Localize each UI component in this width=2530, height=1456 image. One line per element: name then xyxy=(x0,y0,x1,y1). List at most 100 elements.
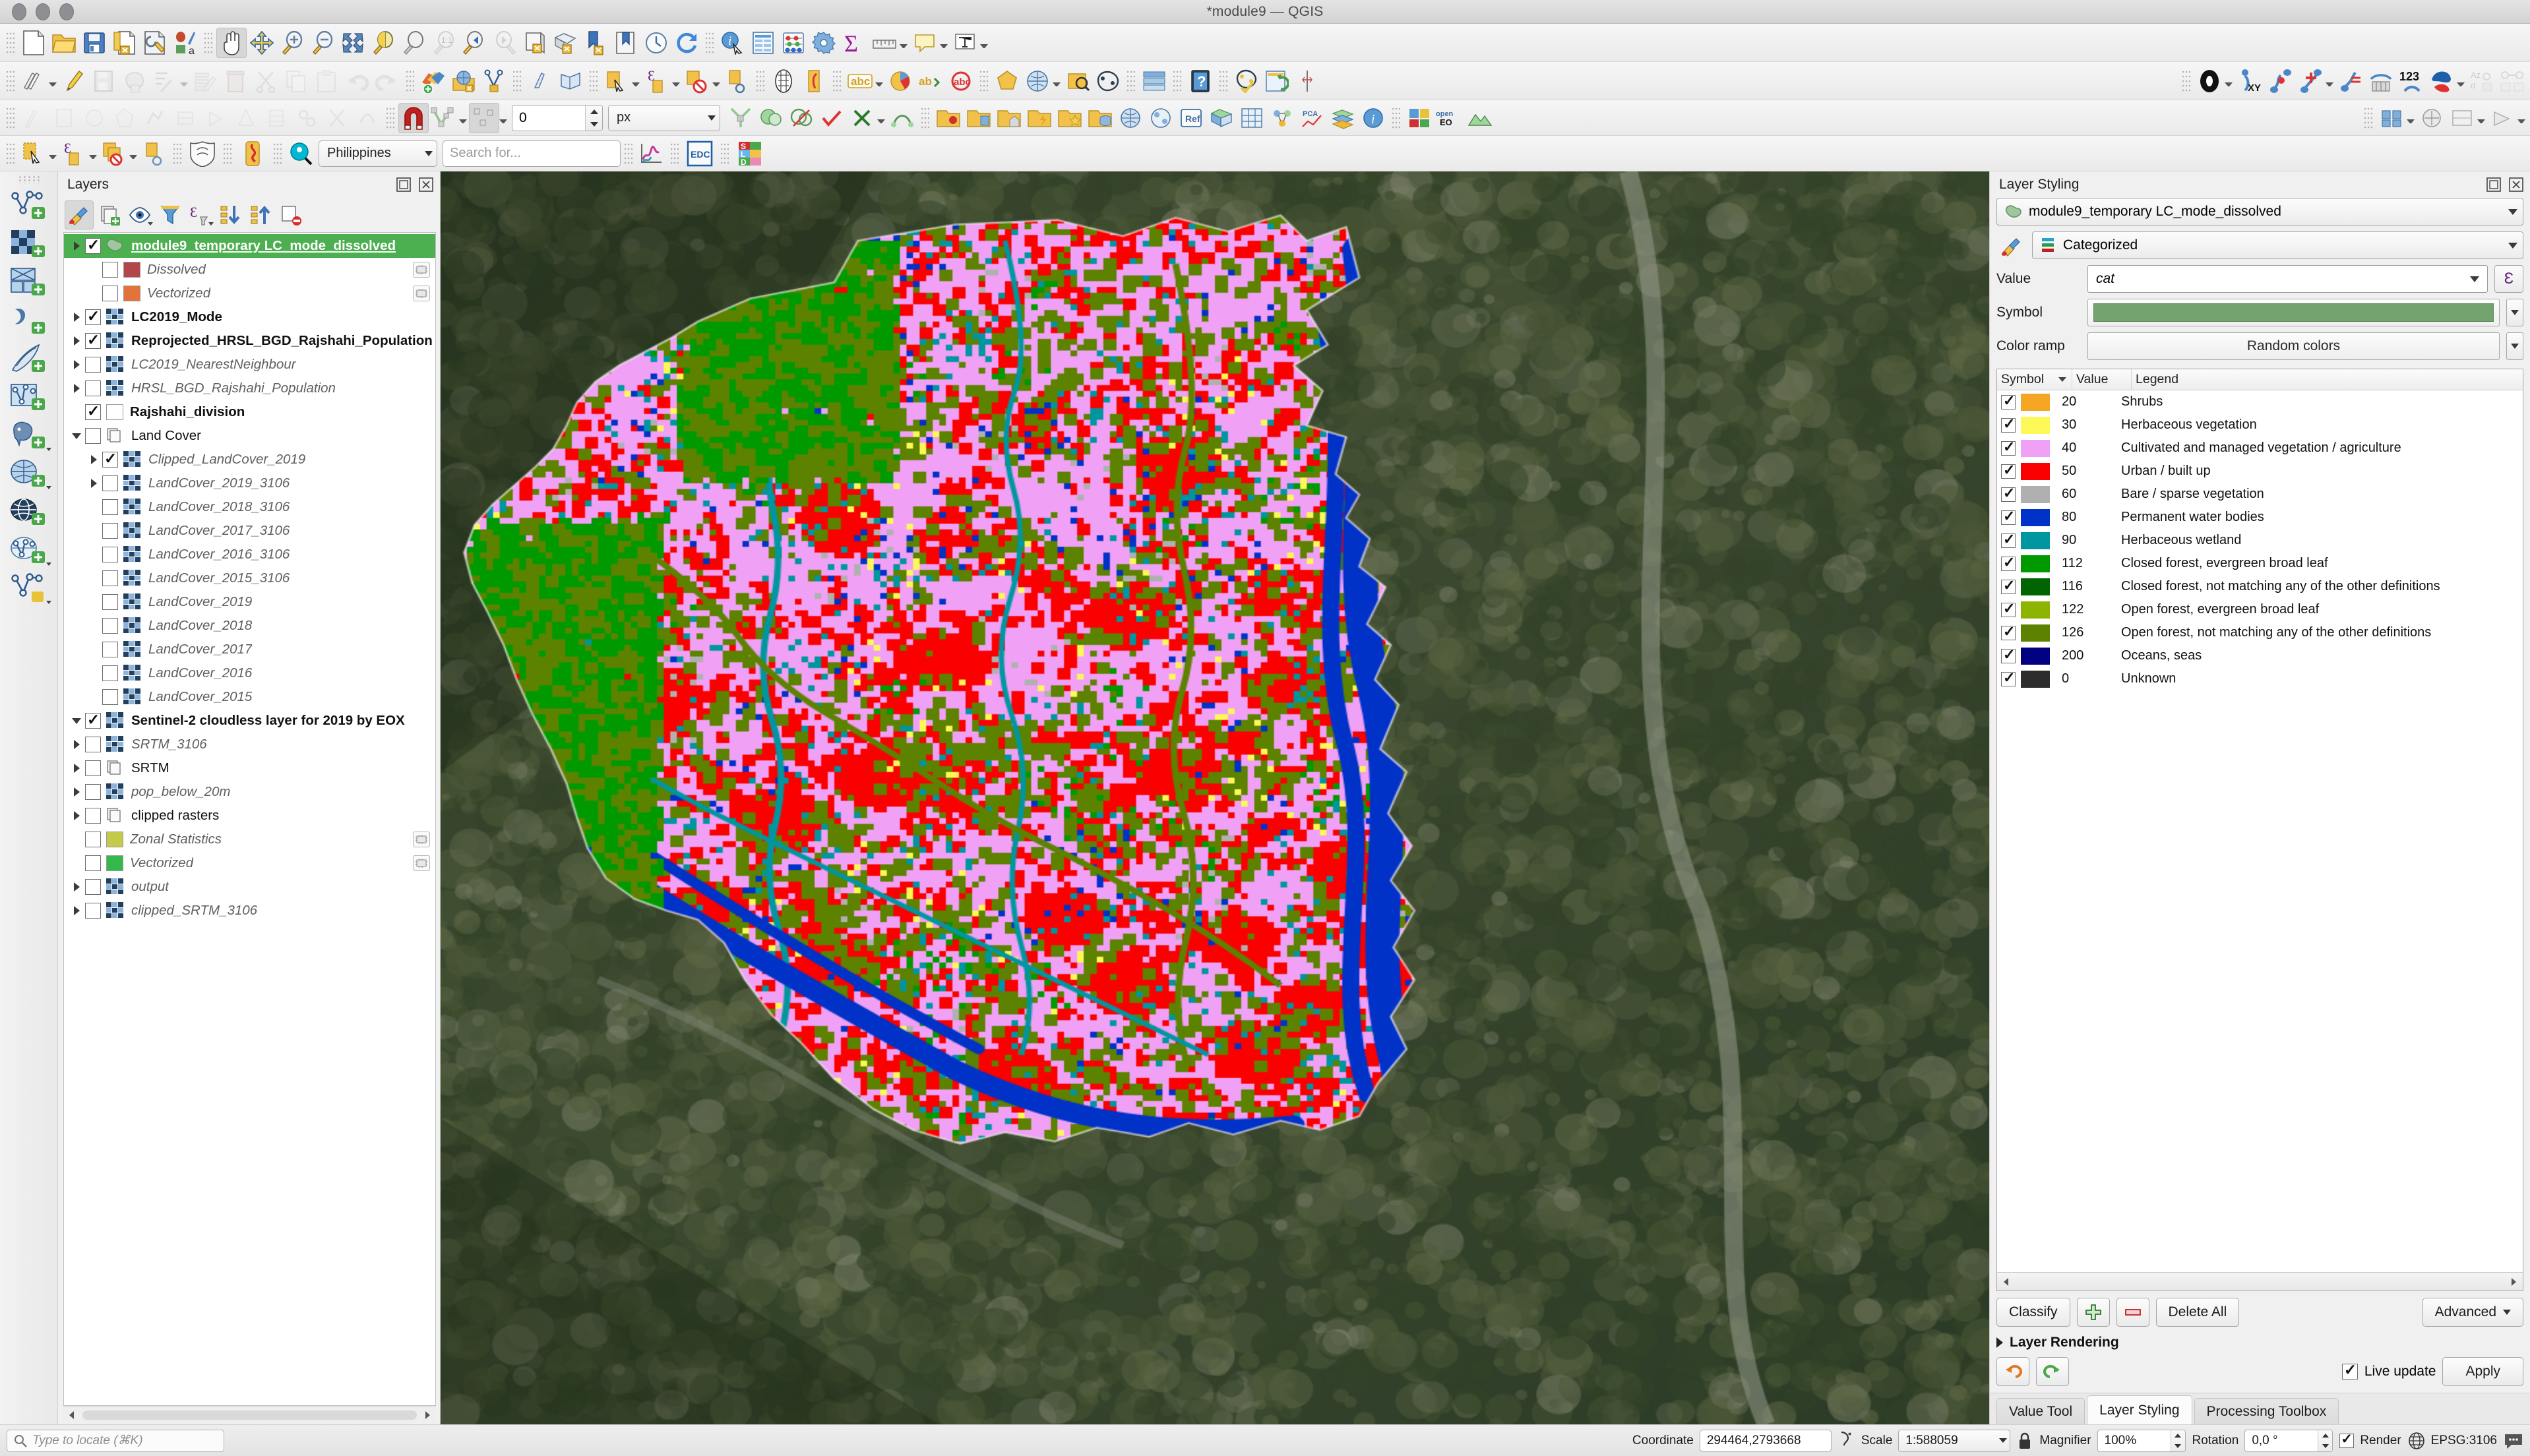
temporal-controller-icon[interactable] xyxy=(641,28,671,58)
layer-tree-row[interactable]: Zonal Statistics xyxy=(64,828,435,851)
vertical-divider-icon[interactable] xyxy=(1292,66,1322,96)
temporary-scratch-layer-icon[interactable] xyxy=(413,832,430,847)
category-color-swatch[interactable] xyxy=(2021,601,2050,619)
close-panel-icon[interactable] xyxy=(2508,176,2525,193)
layer-tree-row[interactable]: Land Cover xyxy=(64,424,435,448)
map-tips-dropdown-caret[interactable] xyxy=(940,44,948,48)
style-preset-icon[interactable]: a xyxy=(170,28,201,58)
add-vector-tile-icon[interactable] xyxy=(555,66,586,96)
layer-visibility-checkbox[interactable] xyxy=(102,449,118,468)
layer-tree-row[interactable]: LandCover_2015 xyxy=(64,685,435,709)
annotation-dropdown-caret[interactable] xyxy=(980,44,988,48)
add-mesh-layer-icon[interactable] xyxy=(479,66,509,96)
layer-tree-row[interactable]: HRSL_BGD_Rajshahi_Population xyxy=(64,377,435,400)
classify-button[interactable]: Classify xyxy=(1996,1298,2070,1327)
zoom-in-icon[interactable] xyxy=(277,28,307,58)
expand-layer-rendering-icon[interactable] xyxy=(1996,1337,2003,1348)
toolbar-grip[interactable] xyxy=(274,140,282,166)
open-info-icon[interactable]: i xyxy=(1358,103,1388,133)
diagram-layer-icon[interactable] xyxy=(885,66,915,96)
value-expression-button[interactable]: Ɛ xyxy=(2494,265,2523,293)
show-statistics-icon[interactable] xyxy=(799,66,829,96)
select-feature-caret[interactable] xyxy=(49,154,57,159)
open-db-icon[interactable] xyxy=(1085,103,1115,133)
layer-visibility-checkbox[interactable] xyxy=(85,832,101,847)
layer-visibility-checkbox[interactable] xyxy=(102,262,118,278)
add-polygon-feature-icon[interactable] xyxy=(119,66,150,96)
category-row[interactable]: 60 Bare / sparse vegetation xyxy=(1997,483,2523,506)
expand-layer-icon[interactable] xyxy=(68,360,85,369)
column-header-legend[interactable]: Legend xyxy=(2132,369,2523,390)
category-row[interactable]: 122 Open forest, evergreen broad leaf xyxy=(1997,598,2523,621)
open-data-source-icon[interactable] xyxy=(964,103,994,133)
toolbar-grip[interactable] xyxy=(513,68,521,94)
zoom-full-icon[interactable] xyxy=(338,28,368,58)
category-color-swatch[interactable] xyxy=(2021,485,2050,503)
snap-tool-l-icon[interactable] xyxy=(352,103,383,133)
render-toggle[interactable]: Render xyxy=(2339,1430,2401,1448)
select-features-icon[interactable] xyxy=(602,66,632,96)
layer-visibility-checkbox[interactable] xyxy=(85,855,101,871)
snapping-mode-vertex-icon[interactable] xyxy=(429,103,459,133)
snap-tool-a-icon[interactable] xyxy=(18,103,49,133)
region-select[interactable]: Philippines xyxy=(319,140,437,167)
gps-route-icon[interactable] xyxy=(2265,66,2295,96)
gps-marker-caret[interactable] xyxy=(2326,82,2333,86)
toolbar-grip[interactable] xyxy=(224,140,231,166)
layer-tree-row[interactable]: Reprojected_HRSL_BGD_Rajshahi_Population xyxy=(64,329,435,353)
layer-tree-row[interactable]: pop_below_20m xyxy=(64,780,435,804)
scroll-right-arrow[interactable] xyxy=(419,1407,436,1423)
advanced-button[interactable]: Advanced xyxy=(2422,1298,2523,1327)
category-row[interactable]: 80 Permanent water bodies xyxy=(1997,506,2523,529)
snap-tool-e-icon[interactable] xyxy=(140,103,170,133)
toolbar-grip[interactable] xyxy=(671,140,679,166)
arcgis-caret[interactable] xyxy=(46,601,51,604)
georeferencer-icon[interactable] xyxy=(1022,66,1053,96)
redo-icon[interactable] xyxy=(372,66,402,96)
open-grid-icon[interactable] xyxy=(1237,103,1267,133)
snap-geometry-check-icon[interactable] xyxy=(817,103,847,133)
snap-trace-icon[interactable] xyxy=(887,103,917,133)
layer-visibility-checkbox[interactable] xyxy=(85,784,101,800)
current-edits-icon[interactable] xyxy=(18,66,49,96)
layer-tree-row[interactable]: Vectorized xyxy=(64,282,435,305)
new-project-icon[interactable] xyxy=(18,28,49,58)
snap-tool-d-icon[interactable] xyxy=(109,103,140,133)
snap-topology-icon[interactable] xyxy=(725,103,756,133)
show-bookmarks-icon[interactable] xyxy=(611,28,641,58)
filter-expression-caret[interactable] xyxy=(208,222,214,226)
select-expression-icon[interactable]: Ɛ xyxy=(59,138,89,169)
category-visibility-checkbox[interactable] xyxy=(2001,415,2016,433)
snapping-tolerance-stepper[interactable]: 0 xyxy=(512,104,603,131)
save-layer-edits-icon[interactable] xyxy=(89,66,119,96)
postgis-caret[interactable] xyxy=(46,448,51,451)
column-header-symbol[interactable]: Symbol xyxy=(1997,369,2072,390)
layer-rendering-section[interactable]: Layer Rendering xyxy=(1996,1335,2523,1350)
category-visibility-checkbox[interactable] xyxy=(2001,438,2016,456)
coordinate-capture-xy-icon[interactable]: XY xyxy=(2235,66,2265,96)
layer-visibility-checkbox[interactable] xyxy=(102,689,118,705)
metasearch-icon[interactable] xyxy=(1063,66,1093,96)
search-input[interactable]: Search for... xyxy=(443,140,621,167)
field-calculator-icon[interactable] xyxy=(778,28,809,58)
label-settings-abc-icon[interactable]: ab xyxy=(915,66,946,96)
identify-features-icon[interactable]: i xyxy=(718,28,748,58)
scroll-left-arrow[interactable] xyxy=(63,1407,80,1423)
open-layers-merge-icon[interactable] xyxy=(1328,103,1358,133)
toolbar-grip[interactable] xyxy=(590,68,598,94)
open-wms-icon[interactable] xyxy=(1115,103,1146,133)
select-by-expression-caret[interactable] xyxy=(672,82,680,86)
toolbar-grip[interactable] xyxy=(2364,105,2372,131)
category-row[interactable]: 126 Open forest, not matching any of the … xyxy=(1997,621,2523,644)
layer-tree-row[interactable]: Clipped_LandCover_2019 xyxy=(64,448,435,471)
expand-layer-icon[interactable] xyxy=(68,384,85,393)
lock-scale-control[interactable] xyxy=(2017,1432,2033,1450)
layer-tree-row[interactable]: LandCover_2017_3106 xyxy=(64,519,435,543)
category-visibility-checkbox[interactable] xyxy=(2001,530,2016,549)
map-canvas[interactable] xyxy=(441,171,1989,1424)
layer-visibility-checkbox[interactable] xyxy=(85,808,101,824)
current-edits-caret[interactable] xyxy=(49,82,57,86)
layer-visibility-checkbox[interactable] xyxy=(85,710,101,729)
layer-tree-row[interactable]: Rajshahi_division xyxy=(64,400,435,424)
stepper-up[interactable] xyxy=(2171,1430,2185,1441)
